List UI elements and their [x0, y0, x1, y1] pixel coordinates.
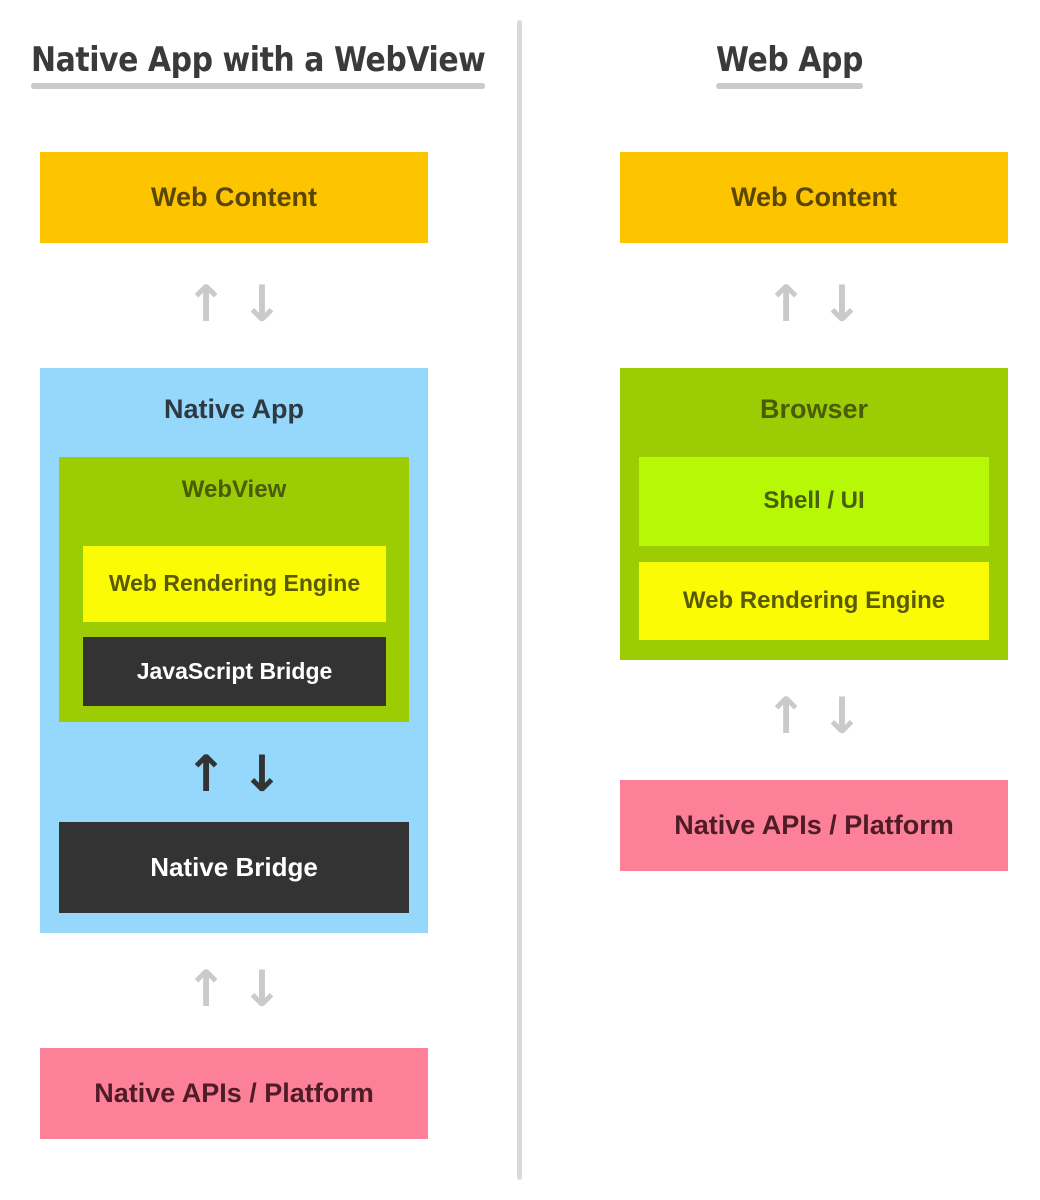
right-box-web-content[interactable]: Web Content	[620, 152, 1008, 243]
arrow-up-icon: ↑	[185, 960, 227, 1018]
right-column-heading: Web App	[540, 40, 1040, 89]
right-box-shell-ui-label: Shell / UI	[763, 487, 865, 515]
left-box-native-apis-platform-label: Native APIs / Platform	[94, 1077, 374, 1108]
column-divider	[517, 20, 522, 1180]
left-column-heading: Native App with a WebView	[0, 40, 500, 89]
left-box-javascript-bridge-label: JavaScript Bridge	[136, 657, 333, 684]
right-box-shell-ui[interactable]: Shell / UI	[639, 457, 989, 546]
column-native-app-with-webview: Native App with a WebView Web Content ↑ …	[0, 0, 500, 1200]
arrow-down-icon: ↓	[241, 745, 283, 803]
left-connector-arrows-3: ↑ ↓	[40, 957, 428, 1021]
left-box-web-content-label: Web Content	[151, 181, 317, 212]
right-box-web-rendering-engine-label: Web Rendering Engine	[682, 586, 946, 614]
arrow-up-icon: ↑	[185, 745, 227, 803]
right-connector-arrows-1: ↑ ↓	[620, 272, 1008, 336]
left-box-web-content[interactable]: Web Content	[40, 152, 428, 243]
right-column-heading-text: Web App	[716, 40, 864, 89]
diagram-canvas: Native App with a WebView Web Content ↑ …	[0, 0, 1040, 1200]
arrow-up-icon: ↑	[185, 275, 227, 333]
right-box-web-rendering-engine[interactable]: Web Rendering Engine	[639, 562, 989, 640]
left-connector-arrows-1: ↑ ↓	[40, 272, 428, 336]
left-box-native-bridge-label: Native Bridge	[150, 852, 318, 883]
arrow-down-icon: ↓	[821, 687, 863, 745]
left-box-webview-label: WebView	[181, 476, 287, 503]
left-box-javascript-bridge[interactable]: JavaScript Bridge	[83, 637, 386, 706]
arrow-down-icon: ↓	[241, 275, 283, 333]
arrow-down-icon: ↓	[241, 960, 283, 1018]
arrow-down-icon: ↓	[821, 275, 863, 333]
left-connector-arrows-2: ↑ ↓	[59, 742, 409, 806]
right-box-native-apis-platform-label: Native APIs / Platform	[674, 809, 954, 840]
right-box-native-apis-platform[interactable]: Native APIs / Platform	[620, 780, 1008, 871]
left-box-web-rendering-engine-label: Web Rendering Engine	[108, 570, 361, 597]
left-box-native-app-label: Native App	[163, 394, 305, 424]
left-box-native-bridge[interactable]: Native Bridge	[59, 822, 409, 913]
arrow-up-icon: ↑	[765, 687, 807, 745]
right-box-web-content-label: Web Content	[731, 181, 897, 212]
right-box-browser-label: Browser	[759, 394, 869, 424]
left-box-native-apis-platform[interactable]: Native APIs / Platform	[40, 1048, 428, 1139]
arrow-up-icon: ↑	[765, 275, 807, 333]
left-box-web-rendering-engine[interactable]: Web Rendering Engine	[83, 546, 386, 622]
right-connector-arrows-2: ↑ ↓	[620, 684, 1008, 748]
column-web-app: Web App Web Content ↑ ↓ Browser Shell / …	[540, 0, 1040, 1200]
left-column-heading-text: Native App with a WebView	[30, 40, 486, 89]
